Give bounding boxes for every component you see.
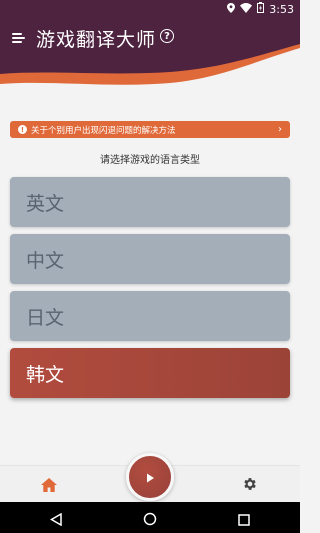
language-option-korean[interactable]: 韩文 — [10, 348, 290, 398]
chevron-right-icon: › — [278, 124, 282, 135]
play-button[interactable] — [126, 453, 174, 501]
recents-icon[interactable] — [238, 511, 250, 530]
app-title: 游戏翻译大师 — [36, 29, 157, 51]
language-option-japanese[interactable]: 日文 — [10, 291, 290, 341]
system-nav-bar — [0, 502, 300, 533]
notice-text: 关于个别用户出现闪退问题的解决方法 — [31, 125, 176, 136]
battery-icon — [257, 2, 265, 16]
language-option-label: 英文 — [26, 192, 65, 215]
app-header: 游戏翻译大师 ? — [0, 18, 300, 108]
notice-banner[interactable]: ! 关于个别用户出现闪退问题的解决方法 › — [10, 121, 290, 138]
location-icon — [227, 2, 236, 16]
menu-button[interactable] — [12, 31, 28, 45]
help-circle-icon[interactable]: ? — [160, 29, 174, 43]
language-option-label: 韩文 — [26, 363, 65, 386]
wifi-icon — [240, 2, 253, 16]
back-icon[interactable] — [50, 511, 62, 530]
language-prompt: 请选择游戏的语言类型 — [100, 155, 200, 166]
language-option-english[interactable]: 英文 — [10, 177, 290, 227]
home-circle-icon[interactable] — [143, 511, 157, 530]
language-option-label: 中文 — [26, 249, 65, 272]
language-option-label: 日文 — [26, 306, 65, 329]
status-bar: 3:53 — [0, 0, 300, 18]
play-icon — [145, 468, 155, 487]
info-icon: ! — [18, 125, 27, 134]
home-icon[interactable] — [41, 477, 57, 492]
gear-icon[interactable] — [242, 476, 258, 492]
status-time: 3:53 — [269, 2, 294, 16]
language-option-chinese[interactable]: 中文 — [10, 234, 290, 284]
